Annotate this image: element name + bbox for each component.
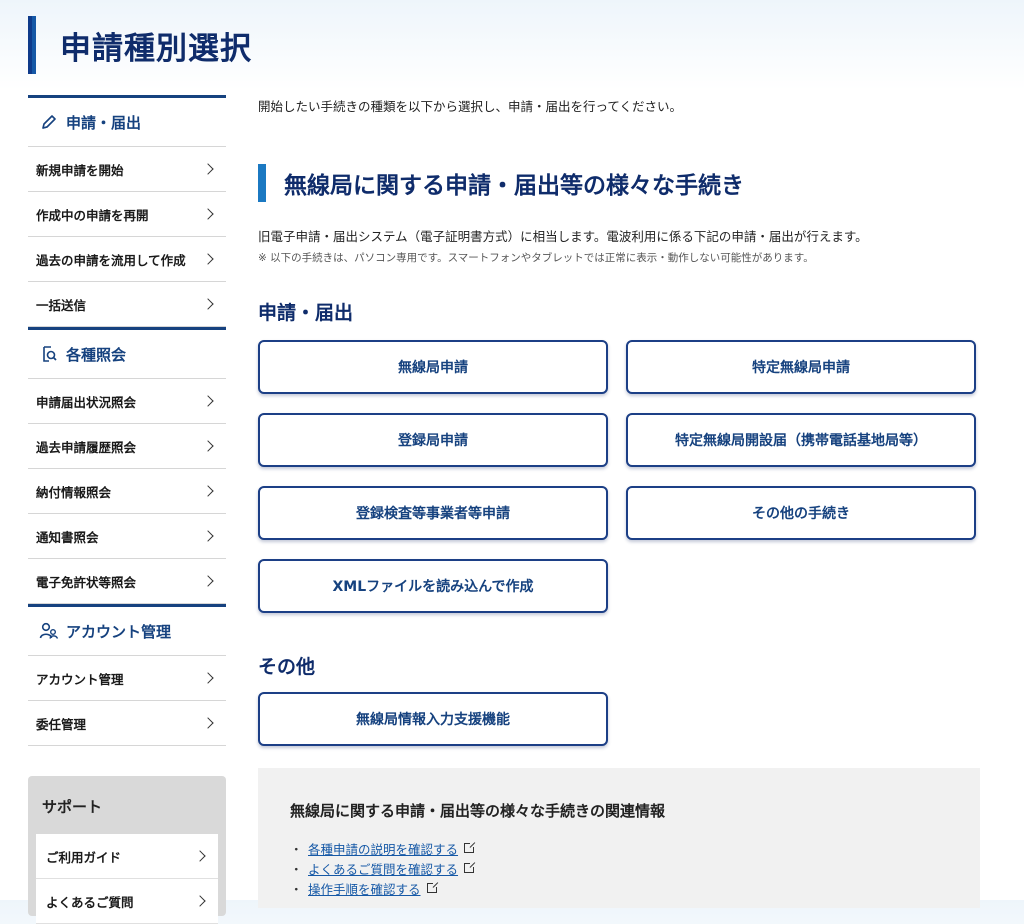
chevron-right-icon	[202, 485, 214, 497]
sidebar-section-title: 申請・届出	[66, 113, 142, 132]
sidebar-section-inquiries: 各種照会	[28, 327, 226, 379]
link-application-description[interactable]: 各種申請の説明を確認する	[308, 839, 458, 858]
chevron-right-icon	[202, 208, 214, 220]
chevron-right-icon	[202, 395, 214, 407]
chevron-right-icon	[202, 672, 214, 684]
sidebar-item-payment-inquiry[interactable]: 納付情報照会	[28, 469, 226, 514]
external-link-icon	[464, 841, 477, 853]
station-info-input-support-button[interactable]: 無線局情報入力支援機能	[258, 692, 608, 746]
chevron-right-icon	[202, 575, 214, 587]
support-item-label: よくあるご質問	[46, 894, 134, 910]
radio-station-application-button[interactable]: 無線局申請	[258, 340, 608, 394]
sidebar-item-new-application[interactable]: 新規申請を開始	[28, 147, 226, 192]
sidebar-item-license-inquiry[interactable]: 電子免許状等照会	[28, 559, 226, 604]
section-note: ※ 以下の手続きは、パソコン専用です。スマートフォンやタブレットでは正常に表示・…	[258, 252, 814, 264]
sidebar-item-account-management[interactable]: アカウント管理	[28, 656, 226, 701]
list-item: ・ よくあるご質問を確認する	[290, 858, 477, 878]
title-accent-bar	[28, 16, 36, 74]
chevron-right-icon	[194, 850, 206, 862]
registered-inspection-operator-button[interactable]: 登録検査等事業者等申請	[258, 486, 608, 540]
support-panel: サポート ご利用ガイド よくあるご質問	[28, 776, 226, 924]
list-item: ・ 各種申請の説明を確認する	[290, 838, 477, 858]
sidebar-section-applications: 申請・届出	[28, 95, 226, 147]
main-content: 開始したい手続きの種類を以下から選択し、申請・届出を行ってください。 無線局に関…	[258, 96, 980, 908]
list-item: ・ 操作手順を確認する	[290, 878, 474, 898]
sidebar-item-label: 通知書照会	[36, 529, 99, 545]
section-accent-bar	[258, 164, 266, 202]
chevron-right-icon	[202, 530, 214, 542]
chevron-right-icon	[202, 163, 214, 175]
sidebar-section-title: アカウント管理	[66, 622, 172, 641]
sidebar-item-reuse-application[interactable]: 過去の申請を流用して作成	[28, 237, 226, 282]
sidebar-item-label: 申請届出状況照会	[36, 394, 137, 410]
page-title: 申請種別選択	[60, 30, 252, 67]
group-title-other: その他	[258, 656, 316, 678]
group-title-applications: 申請・届出	[258, 302, 354, 324]
section-heading: 無線局に関する申請・届出等の様々な手続き	[258, 164, 744, 202]
xml-import-button[interactable]: XMLファイルを読み込んで作成	[258, 559, 608, 613]
support-item-guide[interactable]: ご利用ガイド	[36, 834, 218, 879]
sidebar-item-label: 納付情報照会	[36, 484, 112, 500]
sidebar-item-label: アカウント管理	[36, 671, 124, 687]
support-item-label: ご利用ガイド	[46, 849, 122, 865]
sidebar-item-status-inquiry[interactable]: 申請届出状況照会	[28, 379, 226, 424]
sidebar: 申請・届出 新規申請を開始 作成中の申請を再開 過去の申請を流用して作成 一括送…	[28, 95, 226, 746]
document-search-icon	[38, 343, 60, 365]
support-title: サポート	[42, 798, 103, 816]
page-header: 申請種別選択	[28, 16, 252, 74]
related-info-title: 無線局に関する申請・届出等の様々な手続きの関連情報	[290, 802, 666, 820]
external-link-icon	[426, 881, 439, 893]
sidebar-item-label: 新規申請を開始	[36, 162, 124, 178]
chevron-right-icon	[202, 717, 214, 729]
other-procedures-button[interactable]: その他の手続き	[626, 486, 976, 540]
bullet: ・	[290, 881, 303, 897]
section-title: 無線局に関する申請・届出等の様々な手続き	[284, 173, 744, 199]
chevron-right-icon	[202, 298, 214, 310]
specific-station-opening-notice-button[interactable]: 特定無線局開設届（携帯電話基地局等）	[626, 413, 976, 467]
users-icon	[38, 620, 60, 642]
sidebar-section-title: 各種照会	[66, 345, 127, 364]
chevron-right-icon	[202, 253, 214, 265]
sidebar-item-label: 委任管理	[36, 716, 87, 732]
sidebar-item-label: 一括送信	[36, 297, 87, 313]
sidebar-item-label: 作成中の申請を再開	[36, 207, 149, 223]
related-info-panel: 無線局に関する申請・届出等の様々な手続きの関連情報 ・ 各種申請の説明を確認する…	[258, 768, 980, 908]
registered-station-application-button[interactable]: 登録局申請	[258, 413, 608, 467]
chevron-right-icon	[202, 440, 214, 452]
sidebar-item-delegation-management[interactable]: 委任管理	[28, 701, 226, 746]
sidebar-item-label: 過去の申請を流用して作成	[36, 252, 186, 268]
sidebar-section-account: アカウント管理	[28, 604, 226, 656]
specific-radio-station-application-button[interactable]: 特定無線局申請	[626, 340, 976, 394]
sidebar-item-history-inquiry[interactable]: 過去申請履歴照会	[28, 424, 226, 469]
external-link-icon	[464, 861, 477, 873]
support-item-faq[interactable]: よくあるご質問	[36, 879, 218, 924]
sidebar-item-batch-send[interactable]: 一括送信	[28, 282, 226, 327]
pencil-icon	[38, 111, 60, 133]
sidebar-item-label: 過去申請履歴照会	[36, 439, 137, 455]
sidebar-item-notice-inquiry[interactable]: 通知書照会	[28, 514, 226, 559]
link-operation-procedure[interactable]: 操作手順を確認する	[308, 879, 421, 898]
chevron-right-icon	[194, 895, 206, 907]
related-links-list: ・ 各種申請の説明を確認する ・ よくあるご質問を確認する ・ 操作手順を確認す…	[290, 838, 477, 898]
section-description: 旧電子申請・届出システム（電子証明書方式）に相当します。電波利用に係る下記の申請…	[258, 229, 868, 244]
bullet: ・	[290, 841, 303, 857]
intro-text: 開始したい手続きの種類を以下から選択し、申請・届出を行ってください。	[258, 99, 683, 114]
sidebar-item-label: 電子免許状等照会	[36, 574, 137, 590]
bullet: ・	[290, 861, 303, 877]
sidebar-item-resume-application[interactable]: 作成中の申請を再開	[28, 192, 226, 237]
link-faq[interactable]: よくあるご質問を確認する	[308, 859, 458, 878]
